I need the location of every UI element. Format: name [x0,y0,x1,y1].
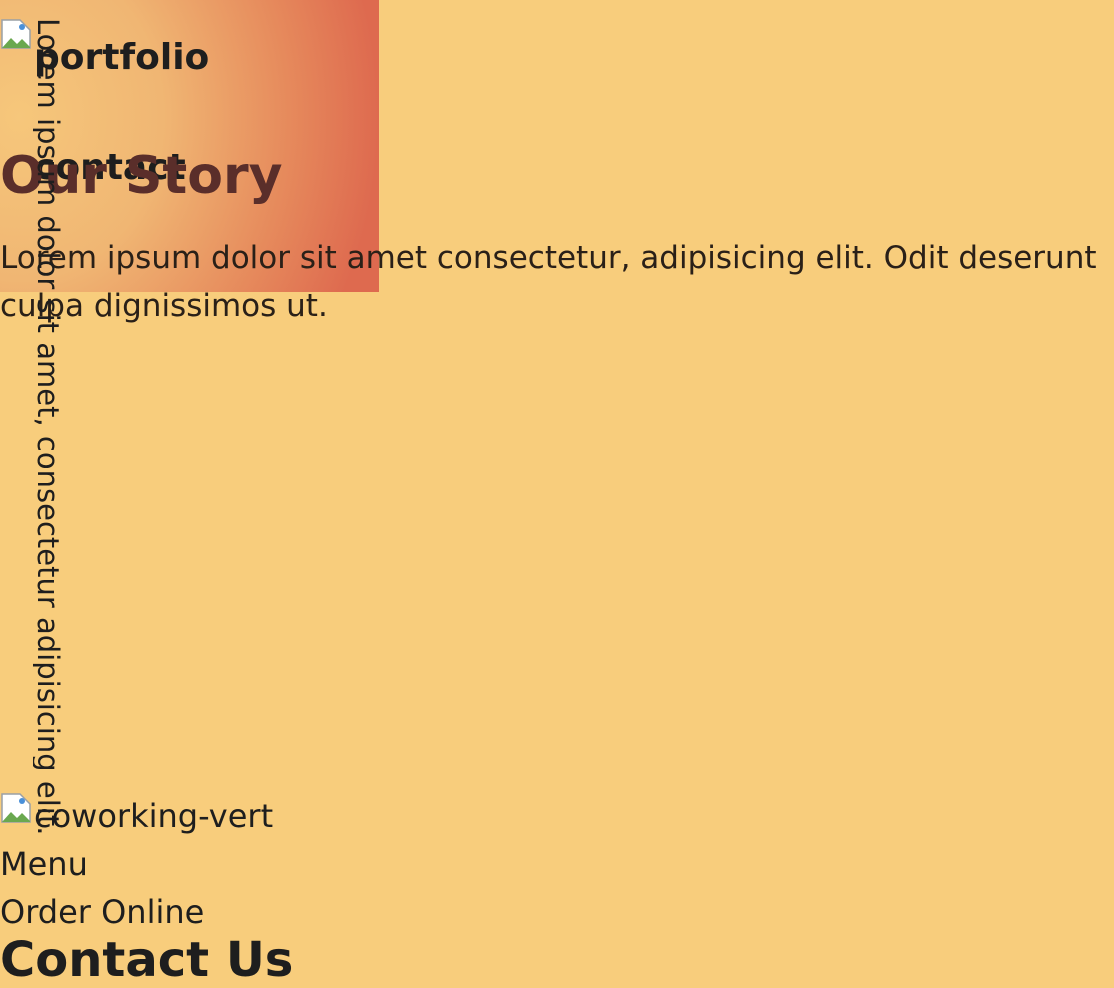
broken-image-icon [1,793,31,823]
coworking-image-alt: coworking-vert [34,797,274,835]
our-story-text: Lorem ipsum dolor sit amet consectetur, … [0,240,1097,324]
menu-link[interactable]: Menu [0,848,88,880]
order-online-link[interactable]: Order Online [0,896,204,928]
vertical-caption: Lorem ipsum dolor sit amet, consectetur … [33,18,62,836]
broken-image-icon [1,19,31,49]
contact-us-title: Contact Us [0,932,294,988]
